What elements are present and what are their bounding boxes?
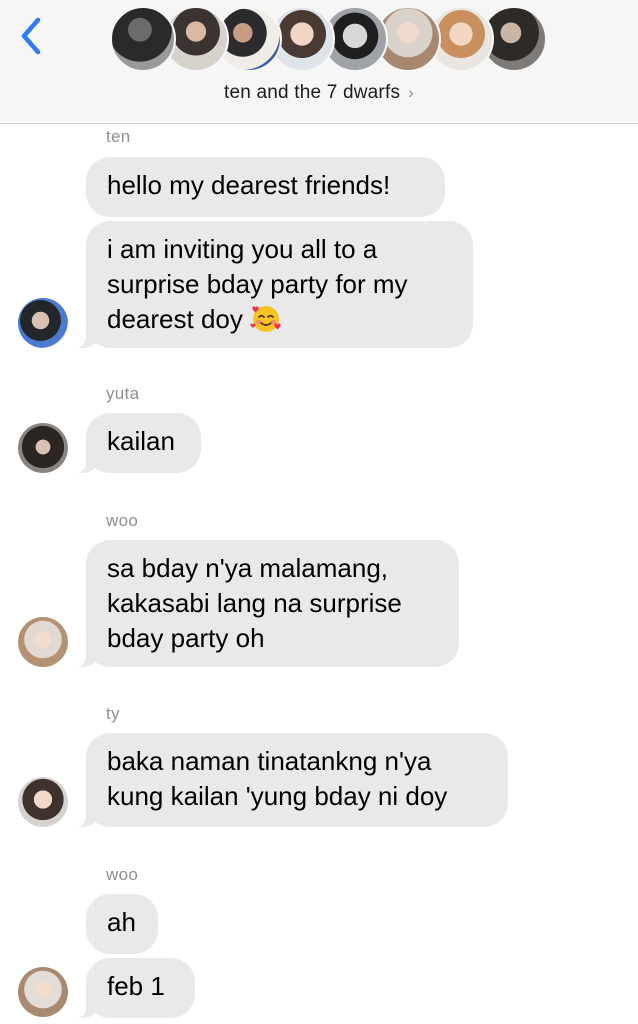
sender-avatar[interactable] (18, 967, 68, 1017)
sender-name: yuta (106, 384, 140, 403)
sender-avatar[interactable] (18, 617, 68, 667)
group-avatars[interactable] (110, 6, 547, 76)
message-bubble[interactable]: baka naman tinatankng n'ya kung kailan '… (76, 733, 508, 827)
sender-avatar[interactable] (18, 298, 68, 348)
message-bubble[interactable]: i am inviting you all to a surprise bday… (76, 221, 473, 348)
back-button[interactable] (14, 14, 54, 58)
group-member-avatar (110, 6, 176, 72)
smiling-face-with-hearts-emoji (250, 306, 281, 332)
sender-avatar[interactable] (18, 423, 68, 473)
chevron-right-icon: › (408, 83, 415, 102)
sender-avatar[interactable] (18, 777, 68, 827)
sender-name: woo (106, 511, 139, 530)
sender-name: ten (106, 127, 131, 146)
conversation-header: ten and the 7 dwarfs › (0, 0, 638, 124)
message-bubble[interactable]: hello my dearest friends! (86, 157, 445, 217)
conversation-title-text: ten and the 7 dwarfs (223, 82, 401, 103)
chevron-left-icon (21, 17, 41, 55)
sender-name: ty (106, 704, 120, 723)
message-bubble[interactable]: feb 1 (76, 958, 195, 1018)
message-bubble[interactable]: sa bday n'ya malamang, kakasabi lang na … (76, 540, 459, 667)
conversation-title[interactable]: ten and the 7 dwarfs › (0, 82, 638, 104)
sender-name: woo (106, 865, 139, 884)
message-bubble[interactable]: kailan (76, 413, 201, 473)
message-bubble[interactable]: ah (86, 894, 158, 954)
